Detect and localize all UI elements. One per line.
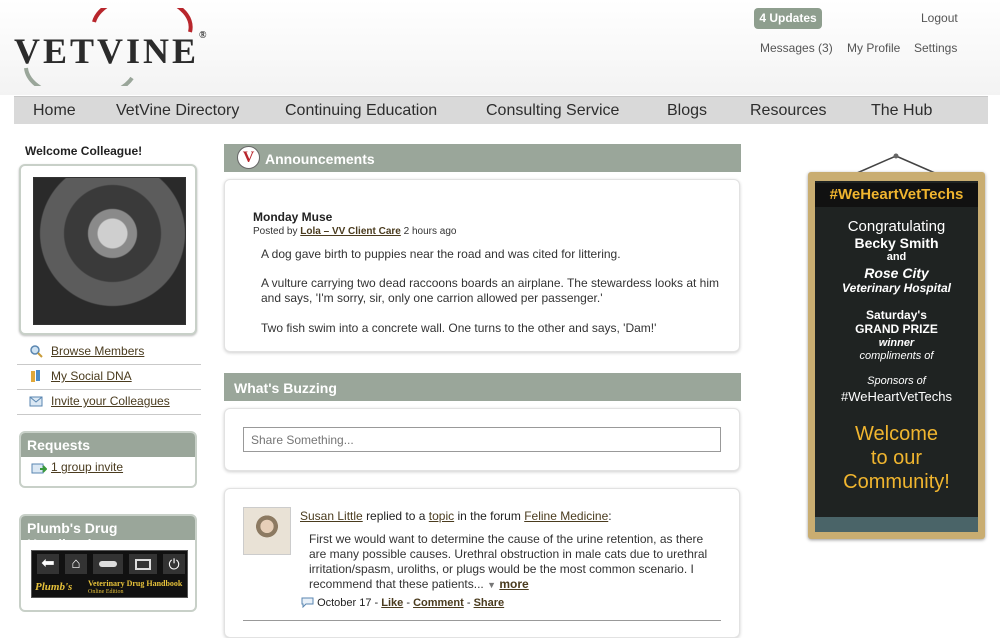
banner-welcome1: Welcome (855, 423, 938, 445)
announcement-paragraph: A vulture carrying two dead raccoons boa… (261, 276, 720, 305)
banner-welcome3: Community! (843, 471, 950, 493)
pill-icon[interactable] (93, 554, 123, 574)
settings-link[interactable]: Settings (914, 41, 957, 55)
nav-the-hub[interactable]: The Hub (871, 102, 932, 120)
nav-home[interactable]: Home (33, 102, 76, 120)
buzzing-title: What's Buzzing (234, 380, 337, 396)
banner-hanger (856, 153, 936, 174)
magnifier-icon (30, 345, 43, 358)
announcement-paragraph: Two fish swim into a concrete wall. One … (261, 321, 657, 335)
like-link[interactable]: Like (381, 597, 403, 609)
profile-photo[interactable] (33, 177, 186, 325)
logout-link[interactable]: Logout (921, 11, 958, 25)
announcements-title: Announcements (265, 151, 375, 167)
banner-congrats: Congratulating (847, 218, 946, 235)
activity-text: First we would want to determine the cau… (309, 532, 708, 591)
buzzing-header: What's Buzzing (224, 373, 741, 401)
vettech-banner[interactable]: #WeHeartVetTechs Congratulating Becky Sm… (808, 172, 985, 539)
envelope-icon (29, 396, 43, 407)
messages-link[interactable]: Messages (3) (760, 41, 833, 55)
post-title[interactable]: Monday Muse (253, 210, 332, 224)
plumbs-brand: Plumb's (35, 581, 73, 593)
chalkboard: #WeHeartVetTechs Congratulating Becky Sm… (815, 181, 978, 532)
nav-blogs[interactable]: Blogs (667, 102, 707, 120)
nav-resources[interactable]: Resources (750, 102, 826, 120)
my-profile-link[interactable]: My Profile (847, 41, 900, 55)
chalk-tray (815, 517, 978, 532)
banner-clinic2: Veterinary Hospital (842, 281, 951, 295)
banner-and: and (886, 251, 907, 263)
back-arrow-icon[interactable]: ⬅ (37, 554, 59, 574)
social-dna-item[interactable]: My Social DNA (17, 366, 201, 390)
requests-title: Requests (21, 433, 195, 457)
nav-continuing-education[interactable]: Continuing Education (285, 102, 437, 120)
dna-icon (31, 370, 40, 382)
banner-name: Becky Smith (854, 235, 939, 251)
announcements-header: V Announcements (224, 144, 741, 172)
medkit-icon[interactable] (129, 554, 157, 574)
invite-colleagues-item[interactable]: Invite your Colleagues (17, 391, 201, 415)
home-icon[interactable]: ⌂ (65, 554, 87, 574)
vetvine-logo[interactable]: VETVINE® (12, 8, 212, 86)
group-invite-link[interactable]: 1 group invite (51, 460, 123, 474)
main-nav: Home VetVine Directory Continuing Educat… (14, 96, 988, 124)
banner-prize: GRAND PRIZE (855, 322, 938, 336)
banner-hashtag2: #WeHeartVetTechs (840, 389, 953, 404)
user-link[interactable]: Susan Little (300, 509, 363, 523)
logo-text: VETVINE® (14, 30, 207, 71)
banner-saturday: Saturday's (866, 308, 927, 322)
announcement-card: Monday Muse Posted by Lola – VV Client C… (224, 179, 740, 352)
post-meta: Posted by Lola – VV Client Care 2 hours … (253, 226, 457, 237)
vetvine-v-icon: V (237, 146, 260, 169)
header: VETVINE® 4 Updates Logout Messages (3) M… (0, 0, 1000, 95)
nav-vetvine-directory[interactable]: VetVine Directory (116, 102, 239, 120)
plumbs-edition: Online Edition (88, 589, 124, 595)
forum-link[interactable]: Feline Medicine (524, 509, 608, 523)
browse-members-link[interactable]: Browse Members (51, 344, 144, 358)
group-invite-icon (31, 463, 47, 474)
activity-footer: October 17 - Like - Comment - Share (301, 597, 504, 609)
more-link[interactable]: more (499, 577, 528, 591)
activity-card: Susan Little replied to a topic in the f… (224, 488, 740, 638)
announcement-paragraph: A dog gave birth to puppies near the roa… (261, 247, 621, 261)
plumbs-title: Plumb's Drug Handbook (21, 516, 195, 552)
plumbs-panel: Plumb's Drug Handbook ⬅ ⌂ ⏻ Plumb's Vete… (19, 514, 197, 612)
banner-winner: winner (878, 337, 915, 349)
expand-arrow-icon[interactable]: ▼ (487, 580, 496, 590)
power-icon[interactable]: ⏻ (163, 554, 185, 574)
banner-hashtag: #WeHeartVetTechs (815, 183, 978, 207)
divider (243, 620, 721, 621)
requests-panel: Requests 1 group invite (19, 431, 197, 488)
avatar[interactable] (243, 507, 291, 555)
social-dna-link[interactable]: My Social DNA (51, 369, 132, 383)
browse-members-item[interactable]: Browse Members (17, 341, 201, 365)
author-link[interactable]: Lola – VV Client Care (300, 226, 401, 237)
banner-welcome2: to our (870, 447, 923, 469)
banner-clinic1: Rose City (864, 265, 929, 281)
share-something-input[interactable] (243, 427, 721, 452)
welcome-text: Welcome Colleague! (25, 144, 143, 158)
share-card (224, 408, 740, 471)
comment-link[interactable]: Comment (413, 597, 464, 609)
plumbs-sub: Veterinary Drug Handbook (88, 579, 183, 588)
share-link[interactable]: Share (474, 597, 505, 609)
plumbs-widget[interactable]: ⬅ ⌂ ⏻ Plumb's Veterinary Drug Handbook O… (31, 550, 188, 598)
banner-compliments: compliments of (859, 350, 934, 362)
profile-photo-box (19, 164, 197, 335)
banner-sponsors: Sponsors of (867, 375, 926, 387)
comment-bubble-icon (301, 597, 314, 609)
activity-headline: Susan Little replied to a topic in the f… (300, 509, 612, 523)
topic-link[interactable]: topic (429, 509, 454, 523)
updates-badge[interactable]: 4 Updates (754, 8, 822, 29)
nav-consulting-service[interactable]: Consulting Service (486, 102, 619, 120)
invite-colleagues-link[interactable]: Invite your Colleagues (51, 394, 170, 408)
